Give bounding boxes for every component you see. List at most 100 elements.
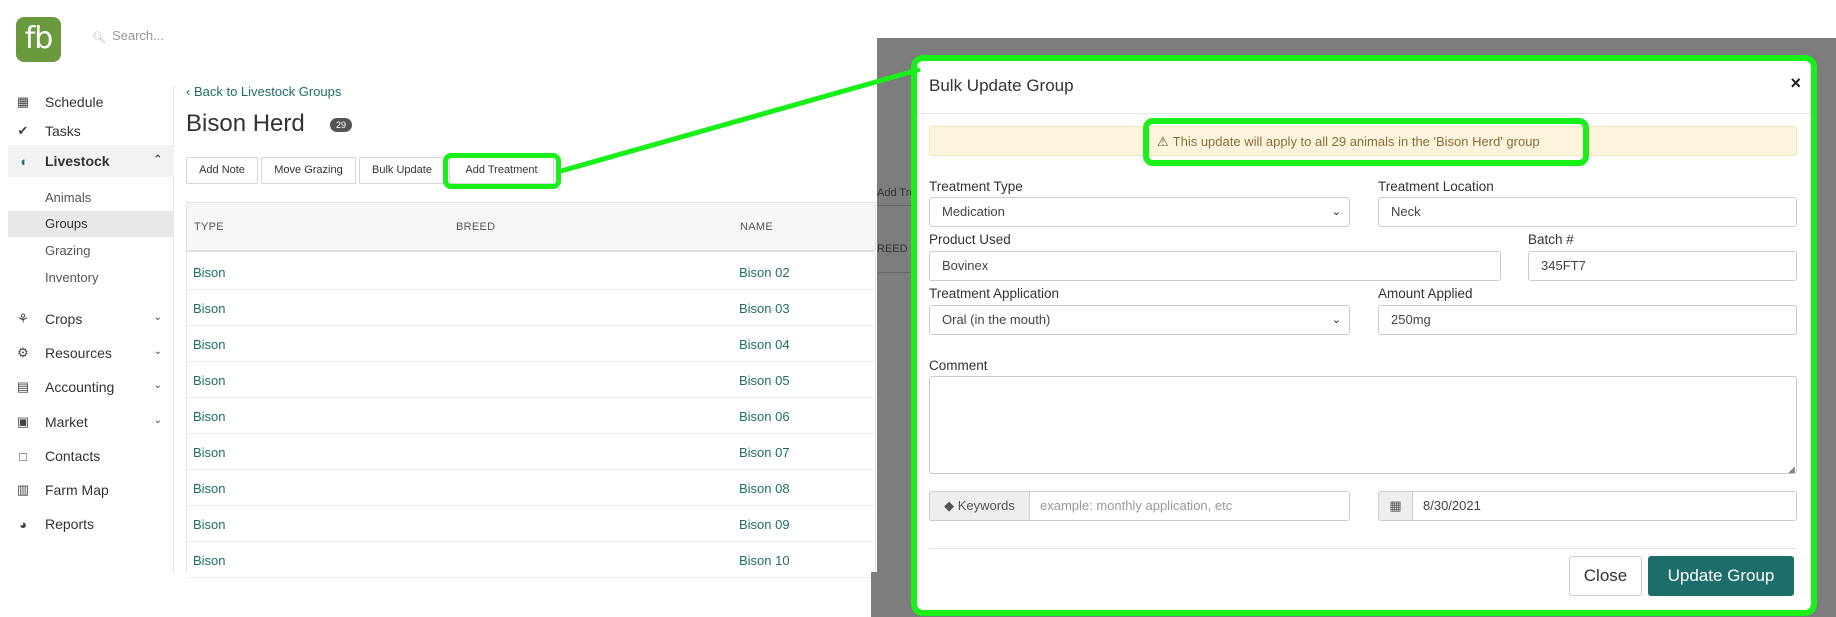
treatment-application-label: Treatment Application <box>929 286 1060 301</box>
cell-type[interactable]: Bison <box>193 337 226 352</box>
batch-input[interactable]: 345FT7 <box>1528 251 1797 281</box>
cell-name[interactable]: Bison 03 <box>739 301 790 316</box>
search-placeholder: Search... <box>111 28 164 43</box>
sidebar-subitem-animals[interactable]: Animals <box>8 185 174 211</box>
background-divider <box>877 272 917 273</box>
sidebar-item-livestock[interactable]: ◖ Livestock ⌃ <box>8 145 174 177</box>
add-note-button[interactable]: Add Note <box>186 157 258 184</box>
cell-name[interactable]: Bison 08 <box>739 481 790 496</box>
cell-type[interactable]: Bison <box>193 481 226 496</box>
table-row[interactable]: Bison Bison 10 <box>187 542 875 578</box>
bulk-update-modal: Bulk Update Group × ⚠ This update will ap… <box>911 55 1817 616</box>
calendar-icon: ▦ <box>16 94 30 109</box>
amount-applied-input[interactable]: 250mg <box>1378 305 1797 335</box>
background-column-fragment: REED <box>877 243 908 255</box>
farmbrite-logo[interactable]: fb <box>16 17 61 62</box>
sidebar-item-tasks[interactable]: ✔ Tasks <box>8 115 174 147</box>
back-link[interactable]: ‹ Back to Livestock Groups <box>186 84 341 99</box>
treatment-application-select[interactable]: Oral (in the mouth) ⌄ <box>929 305 1350 335</box>
calendar-icon: ▦ <box>1389 498 1402 513</box>
sidebar-item-market[interactable]: ▣ Market ⌄ <box>8 406 174 438</box>
sidebar-item-label: Market <box>45 414 88 430</box>
modal-backdrop-edge <box>871 572 891 617</box>
cell-name[interactable]: Bison 05 <box>739 373 790 388</box>
map-icon: ▥ <box>16 482 30 497</box>
column-header-breed[interactable]: BREED <box>456 221 495 233</box>
page-title: Bison Herd <box>186 110 305 137</box>
table-row[interactable]: Bison Bison 03 <box>187 290 875 326</box>
count-badge: 29 <box>330 118 352 132</box>
cell-name[interactable]: Bison 09 <box>739 517 790 532</box>
date-input[interactable]: 8/30/2021 <box>1413 491 1797 521</box>
bulk-update-button[interactable]: Bulk Update <box>359 157 445 184</box>
sprout-icon: ⚘ <box>17 311 29 326</box>
chevron-up-icon: ⌃ <box>153 154 162 165</box>
table-row[interactable]: Bison Bison 07 <box>187 434 875 470</box>
keywords-addon: ◆ Keywords <box>929 491 1030 521</box>
close-icon[interactable]: × <box>1790 73 1801 94</box>
cell-type[interactable]: Bison <box>193 517 226 532</box>
livestock-icon: ◖ <box>19 153 27 169</box>
column-header-type[interactable]: TYPE <box>194 221 224 233</box>
treatment-type-select[interactable]: Medication ⌄ <box>929 197 1350 227</box>
chevron-down-icon: ⌄ <box>153 312 162 323</box>
sidebar-item-label: Livestock <box>45 153 110 169</box>
update-group-button[interactable]: Update Group <box>1648 556 1794 596</box>
table-row[interactable]: Bison Bison 06 <box>187 398 875 434</box>
column-header-name[interactable]: NAME <box>740 221 773 233</box>
sidebar-item-label: Schedule <box>45 94 104 110</box>
cell-type[interactable]: Bison <box>193 373 226 388</box>
tractor-icon: ⚙ <box>17 345 29 360</box>
modal-title: Bulk Update Group <box>929 76 1074 95</box>
sidebar-item-crops[interactable]: ⚘ Crops ⌄ <box>8 303 174 335</box>
table-row[interactable]: Bison Bison 05 <box>187 362 875 398</box>
move-grazing-button[interactable]: Move Grazing <box>261 157 356 184</box>
add-treatment-highlight <box>443 153 561 189</box>
comment-textarea[interactable] <box>929 376 1797 474</box>
table-row[interactable]: Bison Bison 09 <box>187 506 875 542</box>
sidebar-item-reports[interactable]: ◕ Reports <box>8 508 174 540</box>
address-book-icon: □ <box>19 448 27 464</box>
treatment-location-label: Treatment Location <box>1378 179 1494 194</box>
sidebar-item-label: Tasks <box>45 123 81 139</box>
sidebar-subitem-groups[interactable]: Groups <box>8 211 174 237</box>
product-used-input[interactable]: Bovinex <box>929 251 1501 281</box>
amount-applied-label: Amount Applied <box>1378 286 1473 301</box>
sidebar-item-accounting[interactable]: ▤ Accounting ⌄ <box>8 371 174 403</box>
table-row[interactable]: Bison Bison 04 <box>187 326 875 362</box>
cell-name[interactable]: Bison 10 <box>739 553 790 568</box>
sidebar-item-schedule[interactable]: ▦ Schedule <box>8 86 174 118</box>
table-row[interactable]: Bison Bison 08 <box>187 470 875 506</box>
keywords-input[interactable]: example: monthly application, etc <box>1030 491 1350 521</box>
keywords-addon-label: Keywords <box>957 498 1015 513</box>
sidebar-item-farm-map[interactable]: ▥ Farm Map <box>8 474 174 506</box>
table-header: TYPE BREED NAME <box>187 203 875 252</box>
alert-highlight <box>1143 118 1589 166</box>
cell-type[interactable]: Bison <box>193 445 226 460</box>
treatment-location-input[interactable]: Neck <box>1378 197 1797 227</box>
cell-type[interactable]: Bison <box>193 301 226 316</box>
cell-type[interactable]: Bison <box>193 553 226 568</box>
date-addon[interactable]: ▦ <box>1378 491 1413 521</box>
cell-type[interactable]: Bison <box>193 409 226 424</box>
product-used-label: Product Used <box>929 232 1011 247</box>
search-box[interactable]: 🔍︎ Search... <box>92 28 164 44</box>
sidebar-item-resources[interactable]: ⚙ Resources ⌄ <box>8 337 174 369</box>
chevron-down-icon: ⌄ <box>153 415 162 426</box>
calculator-icon: ▤ <box>16 379 30 394</box>
table-row[interactable]: Bison Bison 02 <box>187 254 875 290</box>
sidebar-subitem-inventory[interactable]: Inventory <box>8 265 174 291</box>
cell-name[interactable]: Bison 02 <box>739 265 790 280</box>
check-circle-icon: ✔ <box>17 123 29 138</box>
close-button[interactable]: Close <box>1569 556 1642 596</box>
cell-type[interactable]: Bison <box>193 265 226 280</box>
sidebar-item-contacts[interactable]: □ Contacts <box>8 440 174 472</box>
chevron-down-icon: ⌄ <box>1331 314 1341 326</box>
sidebar-subitem-grazing[interactable]: Grazing <box>8 238 174 264</box>
cell-name[interactable]: Bison 06 <box>739 409 790 424</box>
sidebar-item-label: Resources <box>45 345 112 361</box>
sidebar-item-label: Farm Map <box>45 482 109 498</box>
cell-name[interactable]: Bison 07 <box>739 445 790 460</box>
cell-name[interactable]: Bison 04 <box>739 337 790 352</box>
treatment-application-value: Oral (in the mouth) <box>942 312 1051 327</box>
